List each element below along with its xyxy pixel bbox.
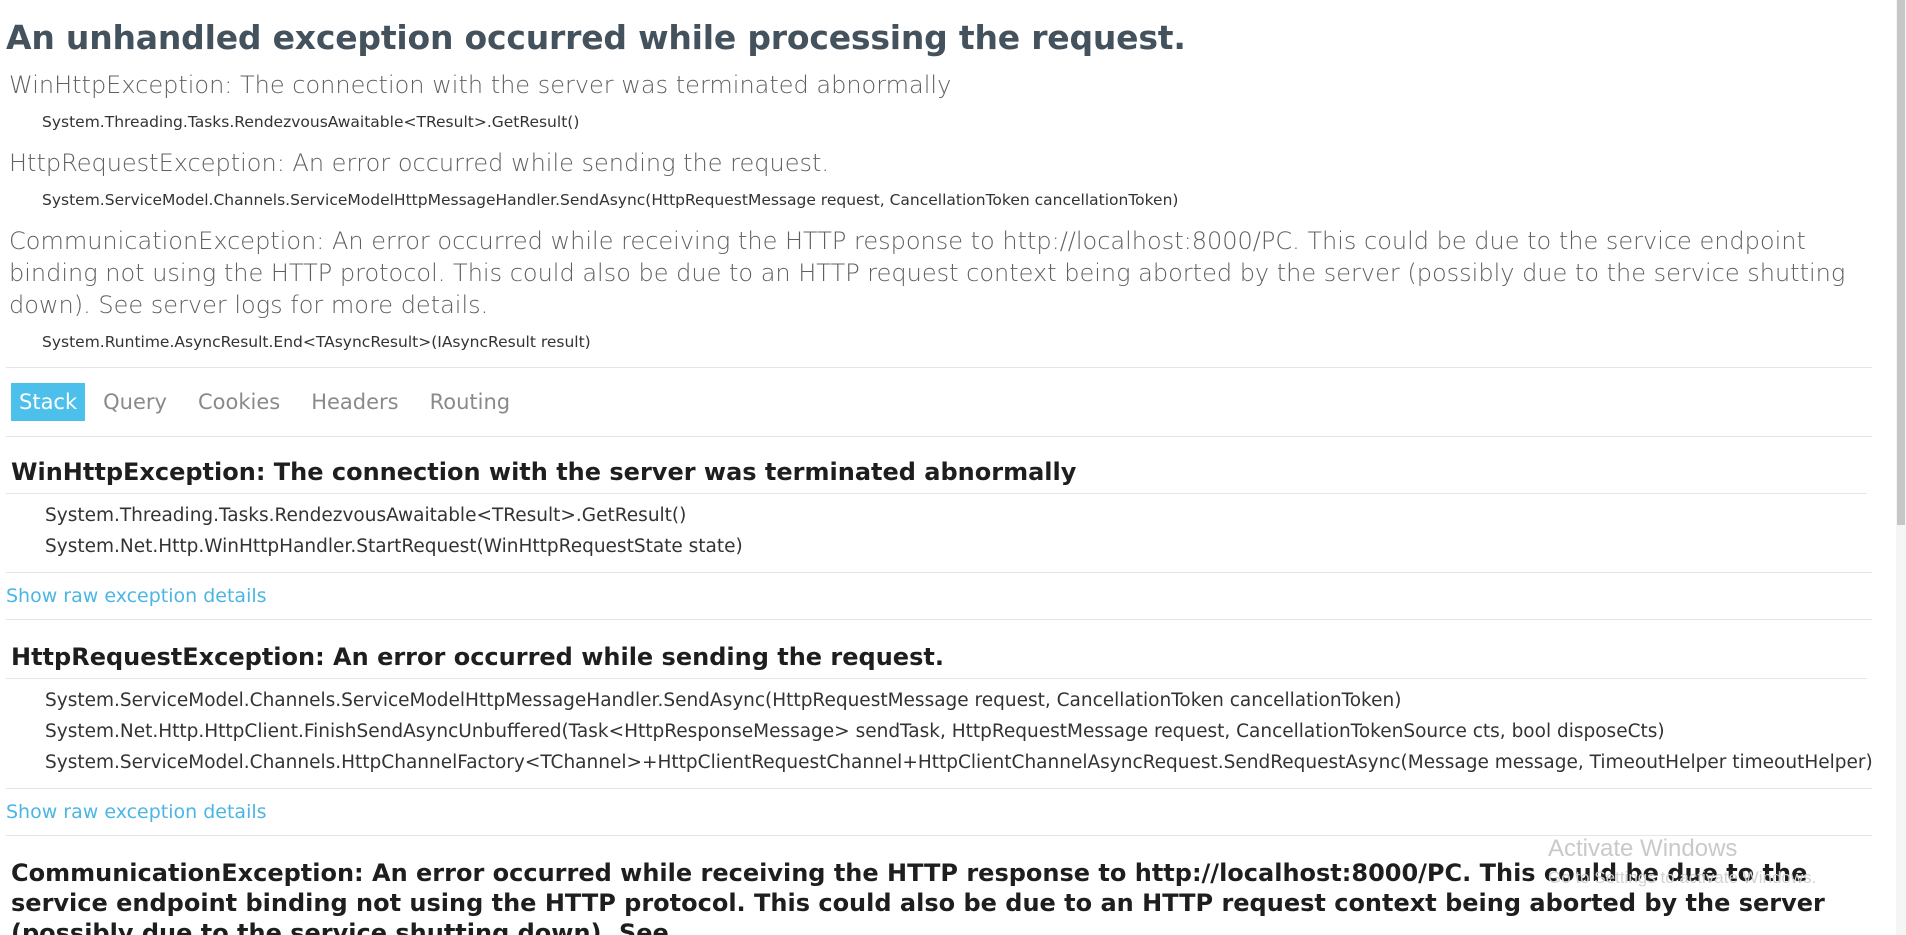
stack-frames: System.Threading.Tasks.RendezvousAwaitab… — [6, 494, 1872, 573]
summary-message: WinHttpException: The connection with th… — [9, 71, 952, 99]
tab-stack[interactable]: Stack — [11, 383, 86, 421]
summary-item: CommunicationException: An error occurre… — [6, 225, 1872, 351]
stack-frame[interactable]: System.ServiceModel.Channels.ServiceMode… — [45, 685, 1872, 716]
summary-item: HttpRequestException: An error occurred … — [6, 147, 1872, 209]
stack-frame[interactable]: System.Threading.Tasks.RendezvousAwaitab… — [45, 500, 1872, 531]
scrollbar-thumb[interactable] — [1897, 0, 1905, 525]
summary-location: System.Threading.Tasks.RendezvousAwaitab… — [42, 113, 580, 131]
stack-exception: HttpRequestException: An error occurred … — [6, 620, 1873, 836]
tab-query[interactable]: Query — [95, 383, 175, 421]
stack-frames: System.ServiceModel.Channels.ServiceMode… — [6, 679, 1873, 789]
summary-message: CommunicationException: An error occurre… — [9, 227, 1846, 319]
stack-frame[interactable]: System.Net.Http.WinHttpHandler.StartRequ… — [45, 531, 1872, 562]
summary-location: System.Runtime.AsyncResult.End<TAsyncRes… — [42, 333, 591, 351]
vertical-scrollbar[interactable] — [1896, 0, 1906, 935]
page-title: An unhandled exception occurred while pr… — [6, 18, 1186, 57]
stack-exception-title: HttpRequestException: An error occurred … — [6, 620, 1867, 679]
stack-frame[interactable]: System.ServiceModel.Channels.HttpChannel… — [45, 747, 1873, 778]
stack-exception-title: WinHttpException: The connection with th… — [6, 437, 1867, 494]
activate-windows-watermark: Activate Windows — [1548, 835, 1738, 862]
error-page: An unhandled exception occurred while pr… — [0, 0, 1896, 935]
summary-message: HttpRequestException: An error occurred … — [9, 149, 830, 177]
show-raw-details-link[interactable]: Show raw exception details — [6, 573, 1872, 620]
summary-location: System.ServiceModel.Channels.ServiceMode… — [42, 191, 1179, 209]
stack-exception: WinHttpException: The connection with th… — [6, 437, 1872, 620]
tab-routing[interactable]: Routing — [422, 383, 519, 421]
exception-summary: WinHttpException: The connection with th… — [6, 69, 1872, 351]
tab-headers[interactable]: Headers — [303, 383, 406, 421]
activate-windows-subtitle: Go to Settings to activate Windows. — [1548, 868, 1817, 887]
show-raw-details-link[interactable]: Show raw exception details — [6, 789, 1872, 836]
tab-cookies[interactable]: Cookies — [190, 383, 288, 421]
tab-bar: Stack Query Cookies Headers Routing — [6, 368, 1872, 436]
stack-frame[interactable]: System.Net.Http.HttpClient.FinishSendAsy… — [45, 716, 1872, 747]
summary-item: WinHttpException: The connection with th… — [6, 69, 1872, 131]
